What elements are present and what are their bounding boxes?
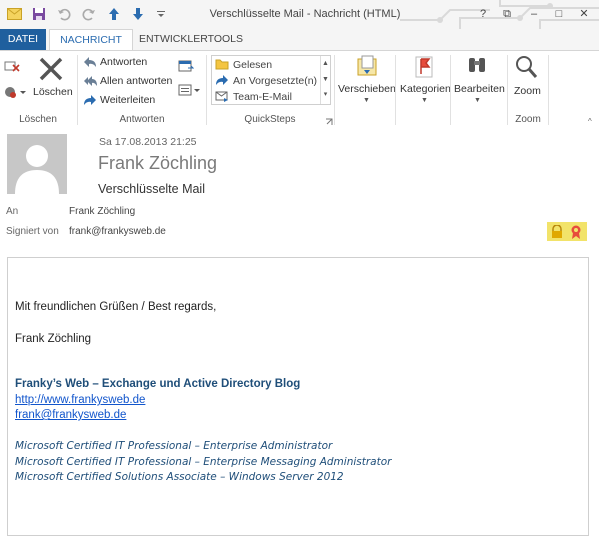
group-label-antworten: Antworten — [119, 114, 165, 125]
redo-icon[interactable] — [80, 5, 98, 23]
reply-icon — [83, 55, 97, 69]
quickstep-gelesen[interactable]: Gelesen — [215, 57, 272, 72]
forward-label: Weiterleiten — [100, 94, 156, 106]
subject: Verschlüsselte Mail — [98, 182, 205, 196]
move-icon[interactable] — [355, 55, 379, 82]
zoom-button[interactable]: Zoom — [514, 85, 541, 97]
email-link[interactable]: frank@frankysweb.de — [15, 409, 126, 421]
close-button[interactable]: ✕ — [575, 6, 593, 22]
folder-icon — [215, 58, 229, 71]
meeting-reply-icon[interactable] — [178, 59, 195, 76]
quickstep-team-email[interactable]: Team-E-Mail — [215, 89, 292, 104]
website-link[interactable]: http://www.frankysweb.de — [15, 394, 145, 406]
group-separator — [548, 55, 549, 125]
window-title: Verschlüsselte Mail - Nachricht (HTML) — [209, 8, 401, 20]
save-icon[interactable] — [30, 5, 48, 23]
person-icon — [15, 145, 59, 194]
message-body[interactable]: Mit freundlichen Grüßen / Best regards, … — [7, 257, 589, 536]
reply-button[interactable]: Antworten — [83, 53, 147, 71]
group-separator — [450, 55, 451, 125]
reply-all-label: Allen antworten — [100, 75, 173, 87]
arrow-up-icon[interactable] — [105, 5, 123, 23]
edit-button[interactable]: Bearbeiten — [454, 83, 505, 95]
tab-row: DATEI NACHRICHT ENTWICKLERTOOLS — [0, 29, 599, 51]
quicksteps-scrollbar[interactable]: ▲ ▼ ▾ — [320, 56, 330, 104]
dialog-launcher-icon[interactable] — [325, 117, 333, 129]
group-label-quicksteps: QuickSteps — [244, 114, 296, 125]
delete-button[interactable]: Löschen — [33, 86, 73, 98]
move-dropdown-icon[interactable]: ▼ — [363, 97, 370, 104]
maximize-button[interactable]: □ — [550, 6, 568, 22]
mail-icon[interactable] — [5, 5, 23, 23]
more-reply-icon[interactable] — [178, 83, 200, 100]
quickstep-vorgesetzte-label: An Vorgesetzte(n) — [233, 74, 318, 87]
minimize-button[interactable]: – — [525, 6, 543, 22]
team-mail-icon — [215, 90, 229, 103]
undo-icon[interactable] — [55, 5, 73, 23]
quickstep-team-email-label: Team-E-Mail — [233, 90, 292, 103]
delete-icon[interactable] — [38, 56, 64, 85]
greeting-line: Mit freundlichen Grüßen / Best regards, — [15, 301, 217, 313]
tab-nachricht[interactable]: NACHRICHT — [49, 29, 133, 51]
sent-date: Sa 17.08.2013 21:25 — [99, 136, 197, 148]
cert-line: Microsoft Certified IT Professional – En… — [15, 440, 333, 452]
tab-entwicklertools[interactable]: ENTWICKLERTOOLS — [136, 29, 246, 50]
to-value[interactable]: Frank Zöchling — [69, 206, 135, 217]
categorize-icon[interactable] — [413, 55, 435, 82]
zoom-icon[interactable] — [514, 54, 538, 83]
junk-icon[interactable] — [4, 85, 26, 102]
categorize-button[interactable]: Kategorien — [400, 83, 451, 95]
tab-datei[interactable]: DATEI — [0, 29, 46, 50]
forward-button[interactable]: Weiterleiten — [83, 91, 155, 109]
find-icon[interactable] — [466, 55, 488, 82]
blog-title: Franky’s Web – Exchange und Active Direc… — [15, 378, 301, 390]
forward-icon — [83, 93, 97, 107]
reply-all-button[interactable]: Allen antworten — [83, 72, 172, 90]
arrow-down-icon[interactable] — [129, 5, 147, 23]
avatar — [7, 134, 67, 194]
reply-label: Antworten — [100, 56, 148, 68]
group-label-loeschen: Löschen — [19, 114, 57, 125]
move-button[interactable]: Verschieben — [338, 83, 396, 95]
to-label: An — [6, 206, 19, 217]
customize-toolbar-icon[interactable] — [152, 5, 170, 23]
collapse-ribbon-icon[interactable]: ^ — [588, 117, 592, 126]
restore-ribbon-button[interactable]: ⧉ — [498, 6, 516, 22]
group-separator — [334, 55, 335, 125]
categorize-dropdown-icon[interactable]: ▼ — [421, 97, 428, 104]
signature-ribbon-icon[interactable] — [569, 224, 583, 243]
signature-name: Frank Zöchling — [15, 333, 92, 345]
cert-line: Microsoft Certified Solutions Associate … — [15, 471, 344, 483]
edit-dropdown-icon[interactable]: ▼ — [474, 97, 481, 104]
signed-by-value[interactable]: frank@frankysweb.de — [69, 226, 166, 237]
group-separator — [395, 55, 396, 125]
ribbon: Löschen Löschen Antworten Allen antworte… — [0, 50, 599, 130]
quickstep-vorgesetzte[interactable]: An Vorgesetzte(n) — [215, 73, 317, 88]
lock-icon[interactable] — [550, 224, 564, 242]
forward-icon — [215, 74, 229, 87]
group-label-zoom: Zoom — [515, 114, 541, 125]
cert-line: Microsoft Certified IT Professional – En… — [15, 456, 392, 468]
reply-all-icon — [83, 74, 97, 88]
security-icons — [547, 222, 587, 241]
help-button[interactable]: ? — [474, 6, 492, 22]
signed-by-label: Signiert von — [6, 226, 59, 237]
title-bar: Verschlüsselte Mail - Nachricht (HTML) ?… — [0, 0, 599, 30]
ignore-icon[interactable] — [4, 59, 20, 76]
quickstep-gelesen-label: Gelesen — [233, 58, 273, 71]
quicksteps-gallery: Gelesen An Vorgesetzte(n) Team-E-Mail ▲ … — [211, 55, 331, 105]
sender-name[interactable]: Frank Zöchling — [98, 153, 217, 174]
